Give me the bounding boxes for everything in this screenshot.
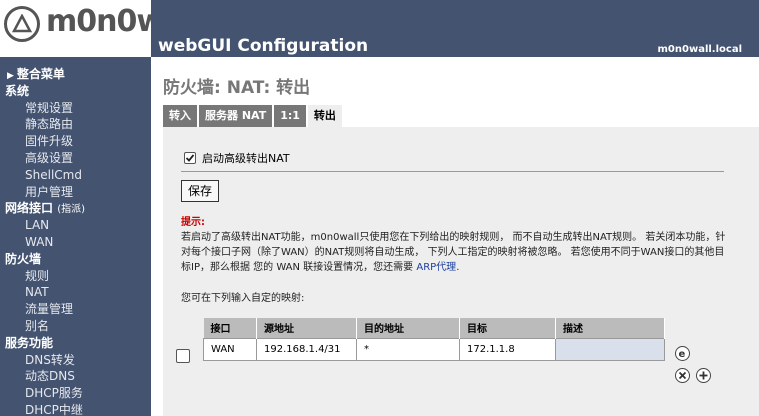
sidebar-item[interactable]: 流量管理 — [0, 301, 151, 318]
sidebar-item-label: DHCP中继 — [25, 402, 83, 416]
sidebar-item-label: 常规设置 — [25, 100, 74, 115]
header-hostname: m0n0wall.local — [657, 44, 743, 55]
sidebar-item-label: 别名 — [25, 318, 50, 333]
proxy-arp-link[interactable]: ARP代理 — [416, 262, 456, 273]
sidebar-item[interactable]: 常规设置 — [0, 100, 151, 117]
sidebar-item[interactable]: 用户管理 — [0, 184, 151, 201]
tab-one-to-one[interactable]: 1:1 — [274, 105, 306, 127]
save-button[interactable]: 保存 — [181, 180, 220, 202]
cell-interface[interactable]: WAN — [203, 337, 257, 361]
sidebar-item-label: 静态路由 — [25, 117, 74, 132]
sidebar-item[interactable]: 别名 — [0, 318, 151, 335]
col-destination: 目的地址 — [356, 318, 460, 338]
sidebar-item[interactable]: DHCP服务 — [0, 385, 151, 402]
sidebar-item-label: 高级设置 — [25, 150, 74, 165]
custom-mapping-label: 您可在下列输入自定的映射: — [181, 293, 305, 304]
edit-icon[interactable]: e — [675, 346, 690, 361]
advanced-outbound-checkbox[interactable] — [184, 152, 196, 164]
col-target: 目标 — [459, 318, 556, 338]
note: 提示: 若启动了高级转出NAT功能，m0n0wall只使用您在下列给出的映射规则… — [181, 215, 729, 275]
table-header-row: 接口 源地址 目的地址 目标 描述 — [203, 318, 665, 338]
sidebar-item[interactable]: 高级设置 — [0, 150, 151, 167]
col-source: 源地址 — [256, 318, 357, 338]
sidebar-item-label: DNS转发 — [25, 352, 75, 367]
svg-text:e: e — [679, 349, 686, 358]
note-end: . — [456, 262, 460, 273]
sidebar-item-label: 固件升级 — [25, 134, 74, 149]
sidebar-item-label: 系统 — [5, 83, 30, 98]
tab-inbound[interactable]: 转入 — [163, 105, 197, 127]
sidebar-category[interactable]: 防火墙 — [0, 251, 151, 268]
advanced-outbound-label: 启动高级转出NAT — [202, 152, 290, 165]
cell-source[interactable]: 192.168.1.4/31 — [256, 337, 357, 361]
header-bar: webGUI Configuration m0n0wall.local — [151, 0, 759, 57]
rules-table: 接口 源地址 目的地址 目标 描述 WAN 192.168.1.4/31 * 1… — [203, 318, 665, 361]
sidebar-category[interactable]: 网络接口 (指派) — [0, 200, 151, 217]
logo: m0n0wall® — [0, 0, 210, 57]
tab-server-nat[interactable]: 服务器 NAT — [199, 105, 273, 127]
sidebar-item-label: 用户管理 — [25, 184, 74, 199]
sidebar-item-label: 规则 — [25, 268, 50, 283]
col-interface: 接口 — [203, 318, 257, 338]
add-icon[interactable] — [696, 368, 711, 383]
sidebar-item-label: WAN — [25, 234, 54, 249]
sidebar-item[interactable]: 规则 — [0, 268, 151, 285]
col-description: 描述 — [555, 318, 665, 338]
sidebar-item-label: DHCP服务 — [25, 386, 83, 401]
sidebar-item-label: 服务功能 — [5, 335, 54, 350]
sidebar: ▶ 整合菜单 系统 常规设置 静态路由 固件升级 高级设置 ShellCmd 用户管理 网络接口… — [0, 57, 151, 416]
sidebar-item[interactable]: 固件升级 — [0, 133, 151, 150]
sidebar-menu-toggle[interactable]: ▶ 整合菜单 — [0, 66, 151, 83]
sidebar-item-label: NAT — [25, 285, 49, 300]
sidebar-item-label: 网络接口 — [5, 201, 54, 216]
outbound-panel: 启动高级转出NAT 保存 提示: 若启动了高级转出NAT功能，m0n0wall只… — [163, 127, 759, 416]
checkmark-icon — [185, 154, 195, 162]
sidebar-item-suffix: (指派) — [57, 204, 86, 216]
page-title: 防火墙: NAT: 转出 — [163, 78, 311, 98]
sidebar-item[interactable]: WAN — [0, 234, 151, 251]
sidebar-item-label: 防火墙 — [5, 251, 42, 266]
rule-row-checkbox[interactable] — [176, 349, 190, 363]
sidebar-category[interactable]: 服务功能 — [0, 335, 151, 352]
header-title: webGUI Configuration — [158, 36, 369, 56]
divider — [181, 171, 724, 172]
delete-icon[interactable] — [675, 368, 690, 383]
sidebar-item[interactable]: LAN — [0, 217, 151, 234]
logo-mark-icon — [4, 6, 40, 42]
sidebar-item-label: 流量管理 — [25, 302, 74, 317]
table-row[interactable]: WAN 192.168.1.4/31 * 172.1.1.8 — [203, 337, 665, 361]
sidebar-item-label: ShellCmd — [25, 167, 82, 182]
cell-description[interactable] — [555, 337, 665, 361]
sidebar-category[interactable]: 系统 — [0, 83, 151, 100]
cell-target[interactable]: 172.1.1.8 — [459, 337, 556, 361]
sidebar-item[interactable]: DHCP中继 — [0, 402, 151, 416]
triangle-right-icon: ▶ — [7, 71, 14, 81]
note-label: 提示: — [181, 217, 205, 228]
sidebar-item[interactable]: ShellCmd — [0, 167, 151, 184]
tab-outbound[interactable]: 转出 — [307, 105, 342, 127]
tab-bar: 转入 服务器 NAT 1:1 转出 — [163, 105, 344, 127]
sidebar-item[interactable]: NAT — [0, 284, 151, 301]
sidebar-item[interactable]: DNS转发 — [0, 352, 151, 369]
sidebar-item-label: LAN — [25, 218, 50, 233]
cell-destination[interactable]: * — [356, 337, 460, 361]
sidebar-item[interactable]: 动态DNS — [0, 368, 151, 385]
sidebar-item-label: 动态DNS — [25, 369, 75, 384]
sidebar-item[interactable]: 静态路由 — [0, 116, 151, 133]
advanced-outbound-row: 启动高级转出NAT — [184, 150, 290, 166]
main-content: 防火墙: NAT: 转出 转入 服务器 NAT 1:1 转出 启动高级转出NAT… — [151, 57, 759, 416]
